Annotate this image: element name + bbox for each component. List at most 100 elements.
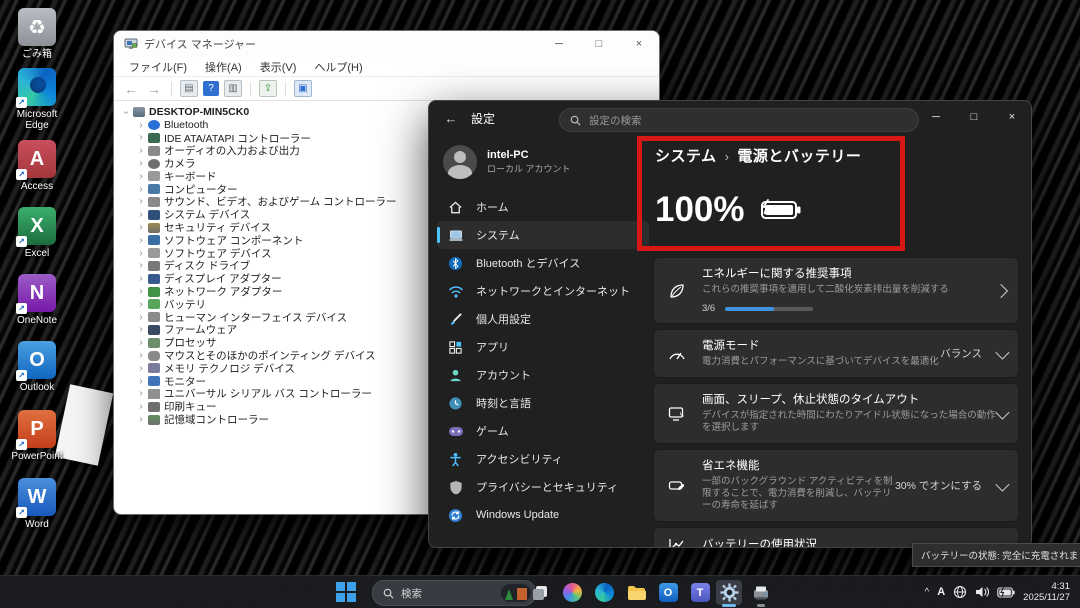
card-power-mode[interactable]: 電源モード 電力消費とパフォーマンスに基づいてデバイスを最適化 バランス bbox=[653, 329, 1019, 378]
menu-help[interactable]: ヘルプ(H) bbox=[305, 59, 371, 75]
taskbar-device-manager[interactable] bbox=[748, 580, 774, 605]
back-icon[interactable]: ← bbox=[122, 81, 140, 97]
task-view-icon bbox=[531, 584, 549, 602]
minimize-button[interactable]: ─ bbox=[539, 31, 579, 57]
forward-icon[interactable]: → bbox=[145, 81, 163, 97]
taskbar-file-explorer[interactable] bbox=[623, 580, 649, 605]
chevron-collapsed-icon[interactable]: › bbox=[136, 260, 146, 271]
chevron-collapsed-icon[interactable]: › bbox=[136, 184, 146, 195]
menu-file[interactable]: ファイル(F) bbox=[120, 59, 196, 75]
sidebar-item-accounts[interactable]: アカウント bbox=[437, 361, 649, 389]
maximize-button[interactable]: □ bbox=[955, 101, 993, 133]
card-energy-recommendations[interactable]: エネルギーに関する推奨事項 これらの推奨事項を適用して二酸化炭素排出量を削減する… bbox=[653, 257, 1019, 324]
chevron-collapsed-icon[interactable]: › bbox=[136, 350, 146, 361]
desktop-icon-word[interactable]: W↗ Word bbox=[5, 478, 69, 530]
sidebar-item-home[interactable]: ホーム bbox=[437, 193, 649, 221]
chevron-collapsed-icon[interactable]: › bbox=[136, 158, 146, 169]
taskbar-task-view[interactable] bbox=[527, 580, 553, 605]
taskbar-outlook[interactable]: O bbox=[655, 580, 681, 605]
taskbar-edge[interactable] bbox=[591, 580, 617, 605]
speaker-icon[interactable] bbox=[975, 586, 989, 598]
chevron-collapsed-icon[interactable]: › bbox=[136, 235, 146, 246]
devices-view-icon[interactable]: ▣ bbox=[294, 80, 312, 97]
sound-video-game-icon bbox=[148, 197, 160, 207]
network-globe-icon[interactable] bbox=[953, 585, 967, 599]
avatar bbox=[443, 145, 477, 179]
card-energy-saver[interactable]: 省エネ機能 一部のバックグラウンド アクティビティを制限することで、電力消費を削… bbox=[653, 449, 1019, 522]
console-tree-icon[interactable]: ▤ bbox=[180, 80, 198, 97]
sidebar-item-bluetooth-devices[interactable]: Bluetooth とデバイス bbox=[437, 249, 649, 277]
menu-action[interactable]: 操作(A) bbox=[196, 59, 251, 75]
device-manager-app-icon bbox=[124, 37, 138, 51]
minimize-button[interactable]: ─ bbox=[917, 101, 955, 133]
card-title: 電源モード bbox=[702, 339, 940, 354]
chevron-collapsed-icon[interactable]: › bbox=[136, 209, 146, 220]
chevron-expanded-icon[interactable]: › bbox=[121, 107, 132, 117]
desktop-icon-edge[interactable]: ↗ Microsoft Edge bbox=[5, 68, 69, 131]
settings-search-box[interactable]: 設定の検索 bbox=[559, 108, 919, 132]
tray-chevron-icon[interactable]: ^ bbox=[925, 587, 930, 598]
sidebar-item-apps[interactable]: アプリ bbox=[437, 333, 649, 361]
chevron-collapsed-icon[interactable]: › bbox=[136, 222, 146, 233]
search-icon bbox=[383, 588, 394, 599]
card-screen-sleep-timeouts[interactable]: 画面、スリープ、休止状態のタイムアウト デバイスが指定された時間にわたりアイドル… bbox=[653, 383, 1019, 444]
sidebar-item-accessibility[interactable]: アクセシビリティ bbox=[437, 445, 649, 473]
chevron-collapsed-icon[interactable]: › bbox=[136, 401, 146, 412]
properties-icon[interactable]: ▥ bbox=[224, 80, 242, 97]
taskbar-settings[interactable] bbox=[716, 580, 742, 605]
camera-icon bbox=[148, 159, 160, 169]
sidebar-item-time-language[interactable]: 時刻と言語 bbox=[437, 389, 649, 417]
clock[interactable]: 4:31 2025/11/27 bbox=[1023, 581, 1070, 603]
chevron-collapsed-icon[interactable]: › bbox=[136, 337, 146, 348]
maximize-button[interactable]: □ bbox=[579, 31, 619, 57]
close-button[interactable]: × bbox=[619, 31, 659, 57]
battery-tray-icon[interactable] bbox=[997, 587, 1015, 598]
desktop-icon-access[interactable]: A↗ Access bbox=[5, 140, 69, 192]
sidebar-item-windows-update[interactable]: Windows Update bbox=[437, 501, 649, 529]
chevron-down-icon[interactable] bbox=[995, 477, 1009, 491]
back-arrow-icon[interactable]: ← bbox=[441, 111, 461, 126]
chevron-collapsed-icon[interactable]: › bbox=[136, 312, 146, 323]
sidebar-item-system[interactable]: システム bbox=[437, 221, 649, 249]
ime-indicator[interactable]: A bbox=[937, 586, 945, 598]
taskbar-teams[interactable]: T bbox=[687, 580, 713, 605]
desktop-icon-outlook[interactable]: O↗ Outlook bbox=[5, 341, 69, 393]
chevron-collapsed-icon[interactable]: › bbox=[136, 132, 146, 143]
close-button[interactable]: × bbox=[993, 101, 1031, 133]
chevron-collapsed-icon[interactable]: › bbox=[136, 363, 146, 374]
account-section[interactable]: intel-PC ローカル アカウント bbox=[437, 141, 649, 193]
chevron-collapsed-icon[interactable]: › bbox=[136, 171, 146, 182]
sidebar-item-gaming[interactable]: ゲーム bbox=[437, 417, 649, 445]
start-button[interactable] bbox=[336, 582, 356, 602]
chevron-collapsed-icon[interactable]: › bbox=[136, 120, 146, 131]
chevron-down-icon[interactable] bbox=[995, 405, 1009, 419]
menu-view[interactable]: 表示(V) bbox=[251, 59, 306, 75]
desktop-icon-recycle-bin[interactable]: ♻ ごみ箱 bbox=[5, 8, 69, 60]
chevron-collapsed-icon[interactable]: › bbox=[136, 414, 146, 425]
sidebar-item-privacy-security[interactable]: プライバシーとセキュリティ bbox=[437, 473, 649, 501]
chevron-collapsed-icon[interactable]: › bbox=[136, 299, 146, 310]
help-icon[interactable]: ? bbox=[203, 81, 219, 96]
device-manager-titlebar[interactable]: デバイス マネージャー ─ □ × bbox=[114, 31, 659, 57]
chevron-collapsed-icon[interactable]: › bbox=[136, 376, 146, 387]
apps-icon bbox=[447, 339, 464, 356]
scan-hardware-icon[interactable]: ⇪ bbox=[259, 80, 277, 97]
taskbar-search[interactable]: 検索 bbox=[372, 580, 536, 606]
sidebar-item-personalization[interactable]: 個人用設定 bbox=[437, 305, 649, 333]
chevron-collapsed-icon[interactable]: › bbox=[136, 388, 146, 399]
desktop-icon-onenote[interactable]: N↗ OneNote bbox=[5, 274, 69, 326]
card-title: 画面、スリープ、休止状態のタイムアウト bbox=[702, 393, 996, 408]
chevron-collapsed-icon[interactable]: › bbox=[136, 286, 146, 297]
chevron-collapsed-icon[interactable]: › bbox=[136, 145, 146, 156]
taskbar-copilot[interactable] bbox=[559, 580, 585, 605]
desktop-icon-powerpoint[interactable]: P↗ PowerPoint bbox=[5, 410, 69, 462]
chevron-down-icon[interactable] bbox=[995, 345, 1009, 359]
sidebar-item-network-internet[interactable]: ネットワークとインターネット bbox=[437, 277, 649, 305]
desktop-icon-excel[interactable]: X↗ Excel bbox=[5, 207, 69, 259]
chevron-collapsed-icon[interactable]: › bbox=[136, 324, 146, 335]
chevron-collapsed-icon[interactable]: › bbox=[136, 196, 146, 207]
chevron-collapsed-icon[interactable]: › bbox=[136, 273, 146, 284]
chevron-right-icon[interactable] bbox=[994, 283, 1008, 297]
search-icon bbox=[570, 115, 581, 126]
chevron-collapsed-icon[interactable]: › bbox=[136, 248, 146, 259]
